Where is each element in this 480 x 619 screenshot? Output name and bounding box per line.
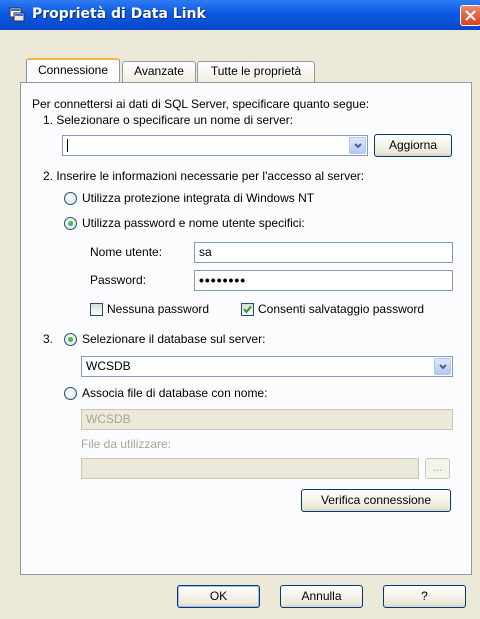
- select-database-label[interactable]: Selezionare il database sul server:: [82, 332, 265, 346]
- tab-tutte-le-proprieta[interactable]: Tutte le proprietà: [197, 61, 315, 82]
- cancel-button[interactable]: Annulla: [280, 585, 363, 608]
- refresh-button[interactable]: Aggiorna: [374, 134, 452, 157]
- text-cursor: [67, 139, 68, 153]
- data-link-icon: [9, 7, 25, 22]
- help-button[interactable]: ?: [383, 585, 466, 608]
- allow-saving-checkbox[interactable]: [241, 303, 254, 316]
- auth-integrated-label[interactable]: Utilizza protezione integrata di Windows…: [82, 191, 314, 205]
- database-dropdown-button[interactable]: [434, 358, 451, 375]
- tab-avanzate[interactable]: Avanzate: [122, 61, 196, 82]
- password-field[interactable]: ••••••••: [194, 270, 453, 291]
- allow-saving-label[interactable]: Consenti salvataggio password: [258, 302, 424, 316]
- select-database-radio[interactable]: [64, 333, 77, 346]
- close-button[interactable]: [460, 5, 480, 26]
- test-connection-button[interactable]: Verifica connessione: [301, 489, 451, 512]
- ok-button[interactable]: OK: [177, 585, 260, 608]
- step2-label: 2. Inserire le informazioni necessarie p…: [43, 169, 365, 183]
- chevron-down-icon: [439, 364, 447, 370]
- auth-specific-label[interactable]: Utilizza password e nome utente specific…: [82, 216, 305, 230]
- password-label: Password:: [90, 273, 147, 287]
- blank-password-label[interactable]: Nessuna password: [107, 302, 209, 316]
- server-dropdown-button[interactable]: [349, 137, 366, 154]
- username-label: Nome utente:: [90, 245, 163, 259]
- username-field[interactable]: sa: [194, 242, 453, 263]
- blank-password-checkbox[interactable]: [90, 303, 103, 316]
- close-icon: [465, 10, 476, 21]
- auth-integrated-radio[interactable]: [64, 192, 77, 205]
- window-title: Proprietà di Data Link: [32, 6, 206, 22]
- server-name-combo[interactable]: [62, 135, 368, 156]
- step1-label: 1. Selezionare o specificare un nome di …: [43, 113, 294, 127]
- checkmark-icon: [243, 305, 252, 314]
- tab-connessione[interactable]: Connessione: [26, 58, 120, 82]
- dialog-body: Connessione Avanzate Tutte le proprietà …: [0, 30, 480, 619]
- auth-specific-radio[interactable]: [64, 217, 77, 230]
- title-bar: Proprietà di Data Link: [0, 0, 480, 30]
- browse-button[interactable]: ...: [425, 458, 450, 479]
- database-combo[interactable]: WCSDB: [81, 356, 453, 377]
- file-to-use-label: File da utilizzare:: [81, 437, 172, 451]
- attach-file-label[interactable]: Associa file di database con nome:: [82, 386, 267, 400]
- connection-panel: Per connettersi ai dati di SQL Server, s…: [20, 82, 472, 575]
- chevron-down-icon: [354, 143, 362, 149]
- step3-number: 3.: [43, 332, 54, 346]
- file-path-field[interactable]: [81, 458, 419, 479]
- attach-name-field[interactable]: WCSDB: [81, 409, 453, 430]
- attach-file-radio[interactable]: [64, 387, 77, 400]
- intro-text: Per connettersi ai dati di SQL Server, s…: [32, 97, 370, 111]
